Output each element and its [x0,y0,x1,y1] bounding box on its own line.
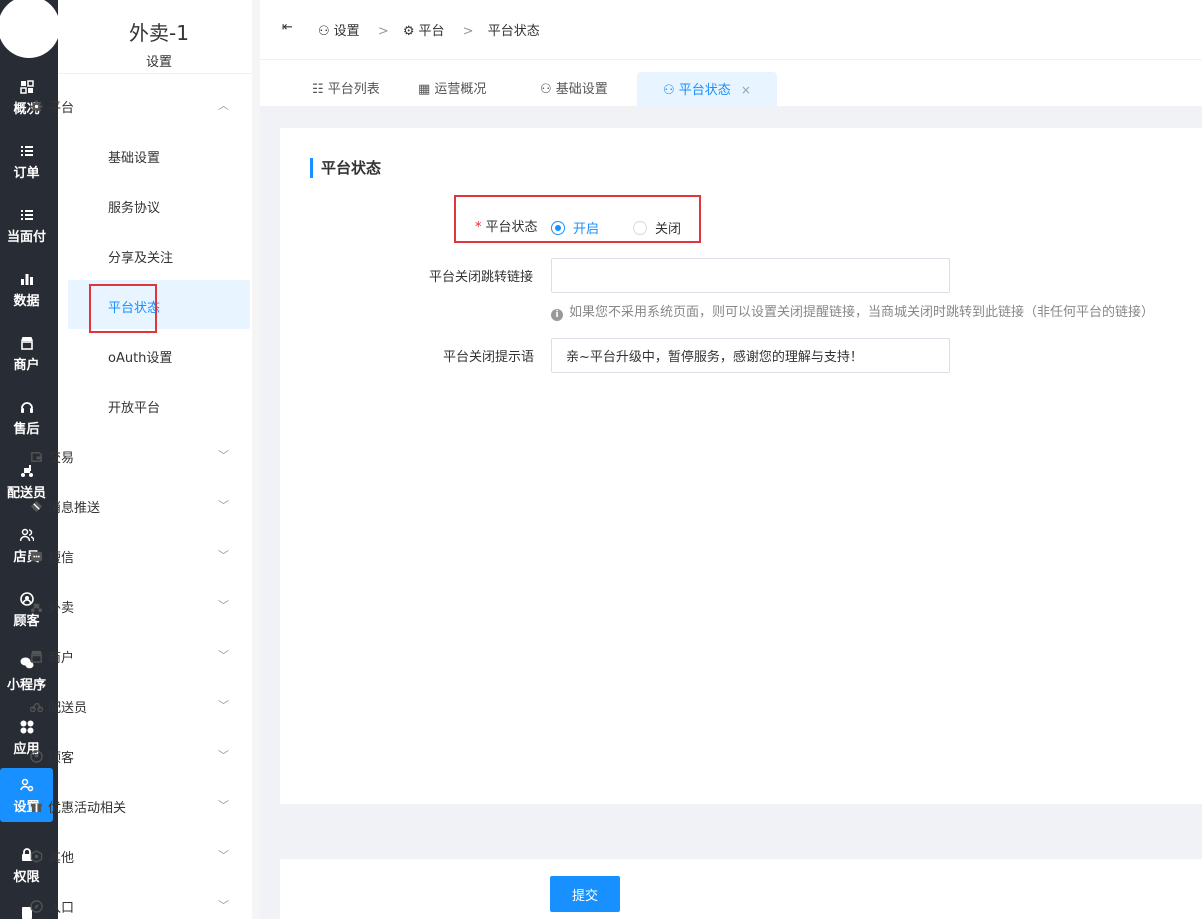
sidebar-item-basic-settings[interactable]: 基础设置 [108,147,160,166]
chevron-down-icon[interactable]: ﹀ [218,447,229,463]
avatar[interactable] [0,0,58,58]
chevron-down-icon[interactable]: ﹀ [218,747,229,763]
store-icon [0,336,53,352]
breadcrumb: ⚇ 设置 > ⚙ 平台 > 平台状态 [318,20,544,39]
form-footer: 提交 [280,859,1202,919]
chevron-down-icon[interactable]: ﹀ [218,547,229,563]
list-icon: ☷ [312,82,328,97]
gear-icon: ⚙ [402,24,415,39]
rail-item-face-pay[interactable]: 当面付 [0,198,53,252]
tab-bar: ☷ 平台列表 ▦ 运营概况 ⚇ 基础设置 ⚇ 平台状态 × [260,60,1202,110]
redirect-url-input[interactable] [551,258,950,293]
chevron-down-icon[interactable]: ﹀ [218,847,229,863]
sidebar-item-share-follow[interactable]: 分享及关注 [108,247,173,266]
chevron-down-icon[interactable]: ﹀ [218,597,229,613]
sidebar-group-push[interactable]: 消息推送 [30,497,100,517]
chevron-up-icon[interactable]: ︿ [218,97,229,113]
close-notice-input[interactable] [551,338,950,373]
rail-item-merchant[interactable]: 商户 [0,326,53,380]
highlight-box-sidebar [89,284,157,333]
wallet-icon [30,450,44,467]
content-panel: 平台状态 * 平台状态 开启 关闭 平台关闭跳转链接 i 如果您不采用系统页面，则可… [280,128,1202,804]
chevron-down-icon[interactable]: ﹀ [218,647,229,663]
info-icon: i [551,309,563,321]
tab-operations-overview[interactable]: ▦ 运营概况 [418,74,486,106]
sidebar-group-other[interactable]: 其他 [30,847,74,867]
breadcrumb-platform-status: 平台状态 [487,24,540,39]
sidebar-group-platform[interactable]: 平台 [30,97,74,117]
sidebar-item-oauth-settings[interactable]: oAuth设置 [108,347,172,366]
sidebar-group-merchant[interactable]: 商户 [30,647,74,667]
sidebar-item-open-platform[interactable]: 开放平台 [108,397,160,416]
close-icon[interactable]: × [741,83,751,97]
apps-icon [0,720,53,736]
breadcrumb-separator: > [462,24,474,39]
sidebar-group-entry[interactable]: 入口 [30,897,74,917]
sidebar-group-courier[interactable]: 配送员 [29,697,87,717]
user-settings-icon: ⚇ [318,24,330,39]
breadcrumb-settings[interactable]: 设置 [334,24,360,39]
user-circle-icon [30,750,44,767]
message-icon [30,550,44,567]
breadcrumb-platform[interactable]: 平台 [419,24,445,39]
store-icon [30,650,44,667]
top-header: ⇤ ⚇ 设置 > ⚙ 平台 > 平台状态 [260,0,1202,60]
chevron-down-icon[interactable]: ﹀ [218,497,229,513]
tab-basic-settings[interactable]: ⚇ 基础设置 [540,74,608,106]
bike-icon [29,700,44,717]
list-icon [0,208,53,224]
bar-chart-icon [0,272,53,288]
dashboard-icon: ▦ [418,82,435,97]
user-settings-icon: ⚇ [663,83,679,98]
sidebar-divider [58,73,252,74]
settings-icon [0,778,53,794]
headset-icon [0,400,53,416]
push-icon [30,500,44,517]
notice-label: 平台关闭提示语 [443,350,535,365]
sidebar-group-trade[interactable]: 交易 [30,447,74,467]
sidebar-group-sms[interactable]: 短信 [30,547,74,567]
sidebar-group-takeout[interactable]: 外卖 [30,597,74,617]
menu-fold-icon[interactable]: ⇤ [282,20,293,35]
scooter-icon [30,600,44,617]
tab-strip-divider [260,106,1202,110]
rail-item-orders[interactable]: 订单 [0,134,53,188]
chevron-down-icon[interactable]: ﹀ [218,797,229,813]
sidebar-group-promotion[interactable]: 优惠活动相关 [30,797,126,817]
highlight-box-status [454,195,701,243]
dashboard-icon [0,80,53,96]
submit-button[interactable]: 提交 [550,876,620,912]
gear-icon [30,100,44,117]
hexagon-icon [30,850,44,867]
chevron-down-icon[interactable]: ﹀ [218,897,229,913]
tab-platform-list[interactable]: ☷ 平台列表 [312,74,380,106]
chevron-down-icon[interactable]: ﹀ [218,697,229,713]
user-settings-icon: ⚇ [540,82,556,97]
list-icon [0,144,53,160]
sidebar-scrollbar[interactable] [252,0,260,919]
redirect-hint: i 如果您不采用系统页面，则可以设置关闭提醒链接，当商城关闭时跳转到此链接（非任何… [551,301,1154,321]
section-title: 平台状态 [310,158,381,178]
breadcrumb-separator: > [377,24,389,39]
gift-icon [30,800,44,817]
tab-platform-status[interactable]: ⚇ 平台状态 × [637,72,777,108]
sidebar-group-customer[interactable]: 顾客 [30,747,74,767]
compass-icon [30,900,44,917]
rail-item-data[interactable]: 数据 [0,262,53,316]
app-title: 外卖-1 [129,21,189,45]
rail-item-after-sales[interactable]: 售后 [0,390,53,444]
app-subtitle: 设置 [145,55,172,70]
sidebar-item-service-agreement[interactable]: 服务协议 [108,197,160,216]
redirect-label: 平台关闭跳转链接 [429,270,534,285]
users-icon [0,528,53,544]
